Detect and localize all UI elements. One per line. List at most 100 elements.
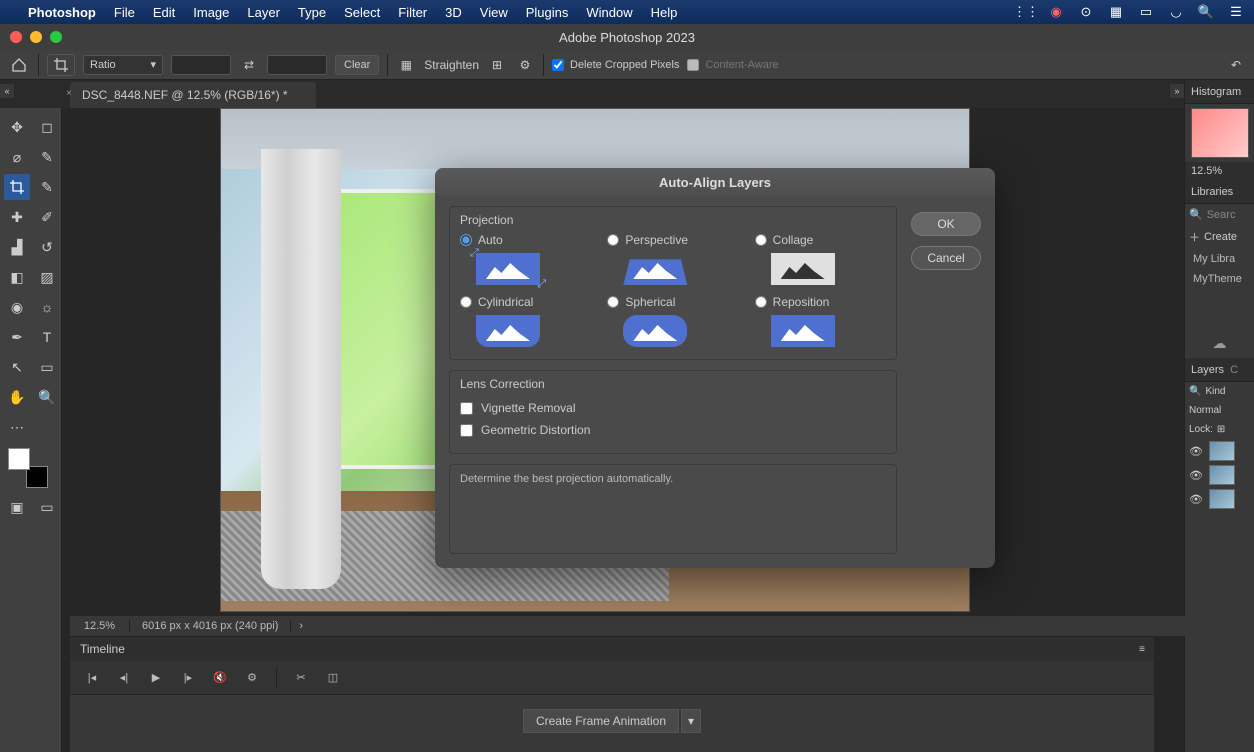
- navigator-zoom[interactable]: 12.5%: [1185, 162, 1254, 180]
- tray-battery-icon[interactable]: ▭: [1138, 4, 1154, 20]
- color-swatches[interactable]: [8, 448, 48, 488]
- clone-stamp-tool[interactable]: ▟: [4, 234, 30, 260]
- gradient-tool[interactable]: ▨: [34, 264, 60, 290]
- menubar-app-name[interactable]: Photoshop: [28, 5, 96, 20]
- pen-tool[interactable]: ✒: [4, 324, 30, 350]
- transition-icon[interactable]: ◫: [325, 670, 341, 686]
- geometric-distortion-checkbox[interactable]: Geometric Distortion: [460, 419, 886, 441]
- library-item[interactable]: My Libra: [1185, 249, 1254, 269]
- eraser-tool[interactable]: ◧: [4, 264, 30, 290]
- collapse-panels-icon[interactable]: »: [1170, 84, 1184, 98]
- status-dimensions[interactable]: 6016 px x 4016 px (240 ppi): [130, 620, 291, 632]
- libraries-tab[interactable]: Libraries: [1185, 180, 1254, 204]
- reset-icon[interactable]: ↶: [1226, 55, 1246, 75]
- visibility-icon[interactable]: 👁: [1189, 445, 1203, 458]
- shape-tool[interactable]: ▭: [34, 354, 60, 380]
- menu-file[interactable]: File: [114, 5, 135, 20]
- histogram-tab[interactable]: Histogram: [1185, 80, 1254, 104]
- tray-control-center-icon[interactable]: ☰: [1228, 4, 1244, 20]
- type-tool[interactable]: T: [34, 324, 60, 350]
- brush-tool[interactable]: ✐: [34, 204, 60, 230]
- menu-3d[interactable]: 3D: [445, 5, 462, 20]
- crop-options-icon[interactable]: ⚙: [515, 55, 535, 75]
- document-tab[interactable]: × DSC_8448.NEF @ 12.5% (RGB/16*) *: [70, 82, 316, 108]
- timeline-settings-icon[interactable]: ⚙: [244, 670, 260, 686]
- visibility-icon[interactable]: 👁: [1189, 469, 1203, 482]
- tray-wifi-icon[interactable]: ◡: [1168, 4, 1184, 20]
- layer-row[interactable]: 👁: [1185, 487, 1254, 511]
- tray-play-icon[interactable]: ⊙: [1078, 4, 1094, 20]
- split-icon[interactable]: ✂: [293, 670, 309, 686]
- ratio-dropdown[interactable]: Ratio▾: [83, 55, 163, 75]
- layers-filter[interactable]: 🔍 Kind: [1185, 382, 1254, 401]
- libraries-search[interactable]: 🔍Searc: [1185, 204, 1254, 225]
- tray-record-icon[interactable]: ◉: [1048, 4, 1064, 20]
- menu-help[interactable]: Help: [651, 5, 678, 20]
- marquee-tool[interactable]: ◻: [34, 114, 60, 140]
- crop-tool-indicator[interactable]: [47, 54, 75, 76]
- status-zoom[interactable]: 12.5%: [70, 620, 130, 632]
- more-tools[interactable]: ⋯: [4, 414, 30, 440]
- path-tool[interactable]: ↖: [4, 354, 30, 380]
- projection-auto-radio[interactable]: Auto: [460, 233, 591, 247]
- menu-filter[interactable]: Filter: [398, 5, 427, 20]
- projection-reposition-radio[interactable]: Reposition: [755, 295, 886, 309]
- history-brush-tool[interactable]: ↺: [34, 234, 60, 260]
- delete-cropped-checkbox[interactable]: Delete Cropped Pixels: [552, 59, 679, 71]
- menu-type[interactable]: Type: [298, 5, 326, 20]
- projection-cylindrical-radio[interactable]: Cylindrical: [460, 295, 591, 309]
- straighten-icon[interactable]: ▦: [396, 55, 416, 75]
- crop-tool[interactable]: [4, 174, 30, 200]
- layer-row[interactable]: 👁: [1185, 439, 1254, 463]
- tray-control-icon[interactable]: ▦: [1108, 4, 1124, 20]
- home-button[interactable]: [8, 54, 30, 76]
- layers-lock[interactable]: Lock: ⊞: [1185, 420, 1254, 439]
- blur-tool[interactable]: ◉: [4, 294, 30, 320]
- tray-icon-1[interactable]: ⋮⋮: [1018, 4, 1034, 20]
- first-frame-icon[interactable]: |◂: [84, 670, 100, 686]
- menu-select[interactable]: Select: [344, 5, 380, 20]
- menu-layer[interactable]: Layer: [247, 5, 280, 20]
- menu-plugins[interactable]: Plugins: [526, 5, 569, 20]
- quick-select-tool[interactable]: ✎: [34, 144, 60, 170]
- dodge-tool[interactable]: ☼: [34, 294, 60, 320]
- vignette-removal-checkbox[interactable]: Vignette Removal: [460, 397, 886, 419]
- ratio-height-field[interactable]: [267, 55, 327, 75]
- screen-mode-tool[interactable]: ▭: [34, 494, 60, 520]
- cloud-sync-icon[interactable]: ☁: [1185, 329, 1254, 358]
- create-timeline-button[interactable]: Create Frame Animation ▾: [523, 709, 701, 733]
- content-aware-checkbox[interactable]: Content-Aware: [687, 59, 778, 71]
- mute-icon[interactable]: 🔇: [212, 670, 228, 686]
- menu-view[interactable]: View: [480, 5, 508, 20]
- projection-collage-radio[interactable]: Collage: [755, 233, 886, 247]
- menu-window[interactable]: Window: [586, 5, 632, 20]
- overlay-options-icon[interactable]: ⊞: [487, 55, 507, 75]
- layers-blend[interactable]: Normal: [1185, 401, 1254, 420]
- collapse-toolbox-icon[interactable]: «: [0, 84, 14, 98]
- menu-image[interactable]: Image: [193, 5, 229, 20]
- foreground-swatch[interactable]: [8, 448, 30, 470]
- ratio-width-field[interactable]: [171, 55, 231, 75]
- timeline-menu-icon[interactable]: ≡: [1139, 644, 1144, 655]
- timeline-tab[interactable]: Timeline: [80, 642, 125, 656]
- eyedropper-tool[interactable]: ✎: [34, 174, 60, 200]
- quick-mask-tool[interactable]: ▣: [4, 494, 30, 520]
- clear-button[interactable]: Clear: [335, 55, 379, 75]
- projection-perspective-radio[interactable]: Perspective: [607, 233, 738, 247]
- cancel-button[interactable]: Cancel: [911, 246, 981, 270]
- library-item[interactable]: MyTheme: [1185, 269, 1254, 289]
- prev-frame-icon[interactable]: ◂|: [116, 670, 132, 686]
- move-tool[interactable]: ✥: [4, 114, 30, 140]
- hand-tool[interactable]: ✋: [4, 384, 30, 410]
- close-tab-icon[interactable]: ×: [66, 88, 72, 99]
- layers-tab[interactable]: Layers C: [1185, 358, 1254, 382]
- ok-button[interactable]: OK: [911, 212, 981, 236]
- lasso-tool[interactable]: ⌀: [4, 144, 30, 170]
- play-icon[interactable]: ▶: [148, 670, 164, 686]
- projection-spherical-radio[interactable]: Spherical: [607, 295, 738, 309]
- swap-dimensions-icon[interactable]: ⇄: [239, 55, 259, 75]
- menu-edit[interactable]: Edit: [153, 5, 175, 20]
- straighten-label[interactable]: Straighten: [424, 58, 479, 72]
- chevron-down-icon[interactable]: ▾: [681, 709, 701, 733]
- next-frame-icon[interactable]: |▸: [180, 670, 196, 686]
